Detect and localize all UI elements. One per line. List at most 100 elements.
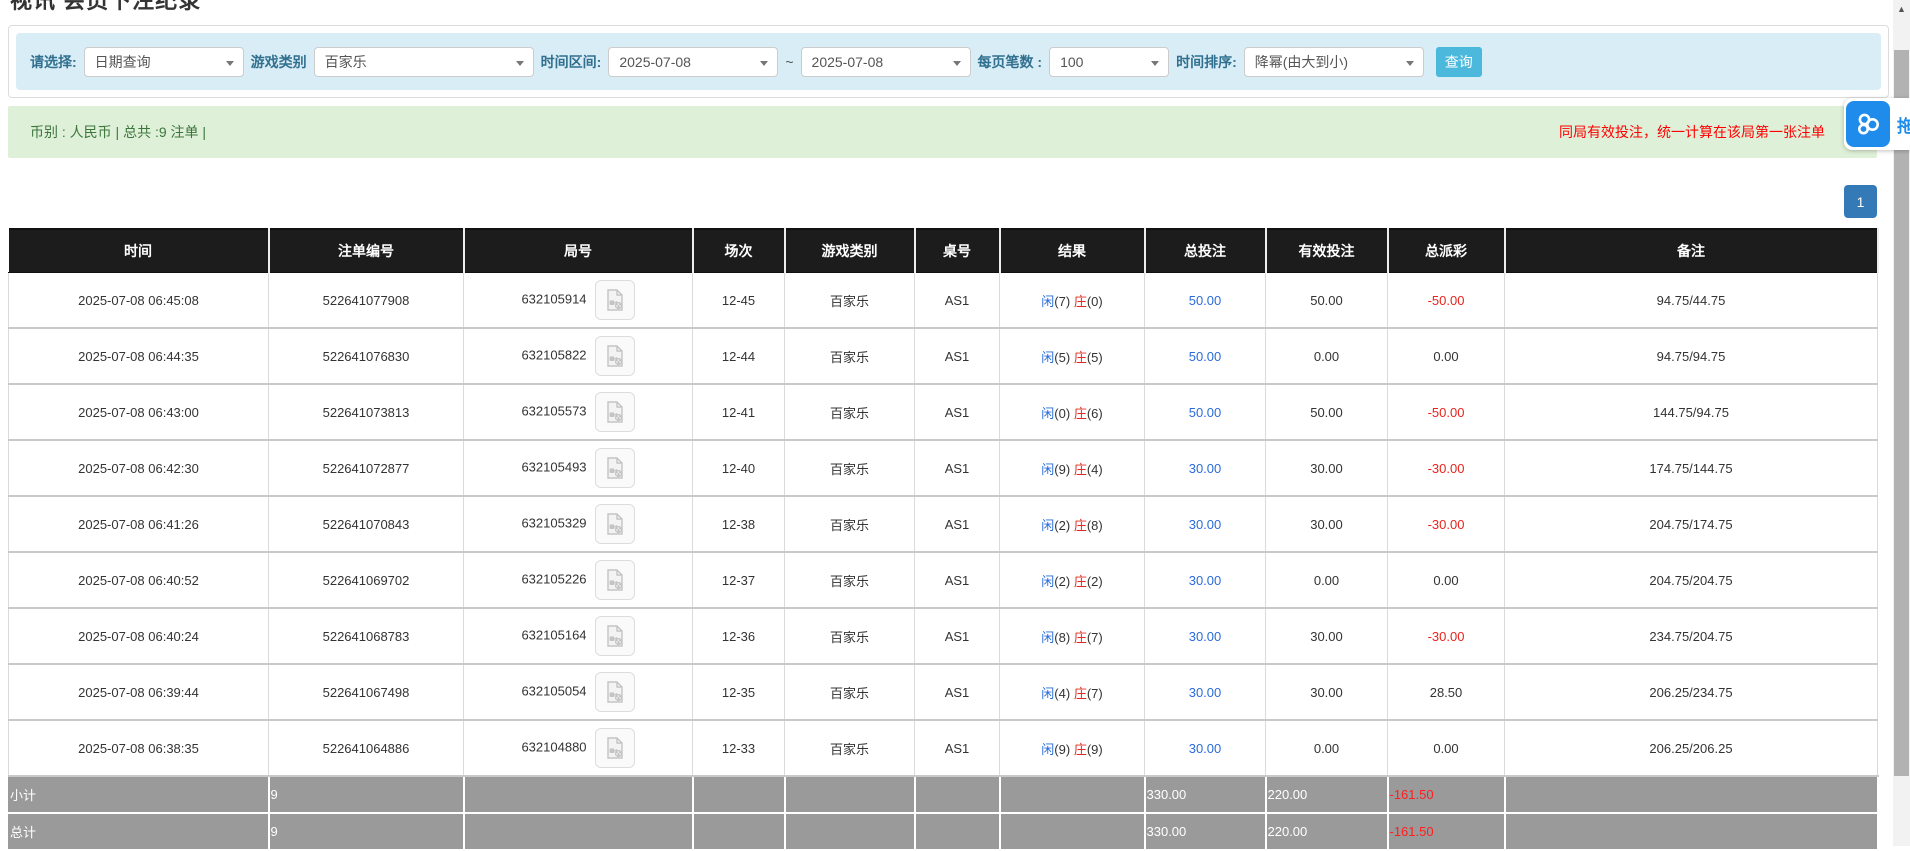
cell-result: 闲(5) 庄(5) — [999, 328, 1145, 385]
video-replay-button[interactable] — [594, 504, 635, 544]
total-bet-link[interactable]: 50.00 — [1189, 405, 1222, 420]
video-file-icon — [606, 513, 623, 535]
game-type-value: 百家乐 — [324, 53, 367, 70]
cell-payout: -50.00 — [1387, 384, 1505, 441]
banker-result-value: (7) — [1086, 629, 1103, 645]
video-file-icon — [606, 457, 623, 479]
player-result-label: 闲 — [1041, 293, 1055, 309]
date-from-input[interactable]: 2025-07-08 — [608, 46, 779, 77]
game-type-select[interactable]: 百家乐 — [313, 46, 534, 77]
table-row: 2025-07-08 06:42:30 522641072877 6321054… — [8, 440, 1878, 497]
total-label: 总计 — [8, 813, 270, 851]
video-replay-button[interactable] — [594, 672, 635, 712]
cell-payout: 28.50 — [1387, 664, 1505, 721]
banker-result-label: 庄 — [1073, 405, 1087, 421]
cell-game-type: 百家乐 — [784, 328, 915, 385]
page-size-select[interactable]: 100 — [1049, 46, 1170, 77]
cell-bet-id: 522641069702 — [268, 552, 464, 609]
banker-result-label: 庄 — [1073, 293, 1087, 309]
search-button[interactable]: 查询 — [1435, 46, 1482, 77]
cell-round-id: 632105054 — [463, 664, 693, 721]
time-range-label: 时间区间: — [540, 53, 602, 70]
scroll-up-icon[interactable]: ▲ — [1893, 0, 1910, 17]
chevron-down-icon — [760, 60, 769, 66]
video-file-icon — [606, 737, 623, 759]
cell-payout: -30.00 — [1387, 496, 1505, 553]
cell-bet-id: 522641072877 — [268, 440, 464, 497]
cell-round-id: 632105164 — [463, 608, 693, 665]
cell-round-id: 632105226 — [463, 552, 693, 609]
cell-session: 12-38 — [692, 496, 785, 553]
same-round-notice: 同局有效投注，统一计算在该局第一张注单 — [1559, 124, 1825, 140]
round-id-text: 632105329 — [521, 515, 587, 531]
pagination: 1 — [8, 185, 1877, 218]
video-replay-button[interactable] — [594, 728, 635, 768]
video-replay-button[interactable] — [594, 392, 635, 432]
video-replay-button[interactable] — [594, 560, 635, 600]
banker-result-value: (8) — [1086, 517, 1103, 533]
table-row: 2025-07-08 06:45:08 522641077908 6321059… — [8, 272, 1878, 329]
cell-time: 2025-07-08 06:41:26 — [8, 496, 269, 553]
video-file-icon — [606, 401, 623, 423]
total-bet-link[interactable]: 30.00 — [1189, 573, 1222, 588]
cell-table-no: AS1 — [914, 496, 1000, 553]
cell-time: 2025-07-08 06:44:35 — [8, 328, 269, 385]
player-result-label: 闲 — [1041, 685, 1055, 701]
scrollbar-thumb[interactable] — [1894, 50, 1909, 776]
cell-valid-bet: 50.00 — [1265, 384, 1388, 441]
cell-game-type: 百家乐 — [784, 272, 915, 329]
player-result-label: 闲 — [1041, 573, 1055, 589]
cell-game-type: 百家乐 — [784, 552, 915, 609]
video-replay-button[interactable] — [594, 336, 635, 376]
cell-session: 12-40 — [692, 440, 785, 497]
banker-result-label: 庄 — [1073, 685, 1087, 701]
col-total-bet: 总投注 — [1144, 228, 1267, 273]
drag-widget[interactable]: 拖 — [1844, 98, 1910, 150]
col-bet-id: 注单编号 — [268, 228, 465, 273]
cell-game-type: 百家乐 — [784, 664, 915, 721]
page-title-text: 视讯 会员下注纪录 — [10, 0, 202, 13]
cell-time: 2025-07-08 06:43:00 — [8, 384, 269, 441]
total-bet-link[interactable]: 30.00 — [1189, 461, 1222, 476]
table-row: 2025-07-08 06:43:00 522641073813 6321055… — [8, 384, 1878, 441]
cell-remark: 206.25/234.75 — [1504, 664, 1878, 721]
col-time: 时间 — [8, 228, 270, 273]
total-bet-link[interactable]: 30.00 — [1189, 629, 1222, 644]
cell-valid-bet: 0.00 — [1265, 552, 1388, 609]
query-type-select[interactable]: 日期查询 — [83, 46, 244, 77]
total-bet-link[interactable]: 30.00 — [1189, 517, 1222, 532]
total-bet-link[interactable]: 50.00 — [1189, 293, 1222, 308]
banker-result-value: (9) — [1086, 741, 1103, 757]
cell-table-no: AS1 — [914, 608, 1000, 665]
round-id-text: 632105573 — [521, 403, 587, 419]
date-to-input[interactable]: 2025-07-08 — [800, 46, 971, 77]
banker-result-value: (6) — [1086, 405, 1103, 421]
cell-payout: -30.00 — [1387, 608, 1505, 665]
total-total-bet: 330.00 — [1144, 813, 1267, 851]
total-bet-link[interactable]: 30.00 — [1189, 685, 1222, 700]
cell-result: 闲(0) 庄(6) — [999, 384, 1145, 441]
cell-payout: 0.00 — [1387, 720, 1505, 777]
round-id-text: 632105226 — [521, 571, 587, 587]
col-round-id: 局号 — [463, 228, 694, 273]
video-replay-button[interactable] — [594, 280, 635, 320]
video-replay-button[interactable] — [594, 448, 635, 488]
cell-time: 2025-07-08 06:38:35 — [8, 720, 269, 777]
game-type-label: 游戏类别 — [250, 53, 307, 70]
player-result-label: 闲 — [1041, 629, 1055, 645]
total-row: 总计 9 330.00 220.00 -161.50 — [8, 813, 1879, 851]
page-1-button[interactable]: 1 — [1844, 185, 1877, 218]
cell-game-type: 百家乐 — [784, 384, 915, 441]
cell-session: 12-45 — [692, 272, 785, 329]
currency-total-text: 币别 : 人民币 | 总共 :9 注单 | — [30, 124, 207, 140]
total-bet-link[interactable]: 50.00 — [1189, 349, 1222, 364]
player-result-value: (2) — [1054, 517, 1071, 533]
total-bet-link[interactable]: 30.00 — [1189, 741, 1222, 756]
banker-result-label: 庄 — [1073, 629, 1087, 645]
total-payout: -161.50 — [1387, 813, 1506, 851]
time-sort-select[interactable]: 降幂(由大到小) — [1243, 46, 1424, 77]
share-cloud-icon[interactable] — [1846, 101, 1890, 147]
player-result-value: (9) — [1054, 741, 1071, 757]
video-replay-button[interactable] — [594, 616, 635, 656]
cell-table-no: AS1 — [914, 552, 1000, 609]
